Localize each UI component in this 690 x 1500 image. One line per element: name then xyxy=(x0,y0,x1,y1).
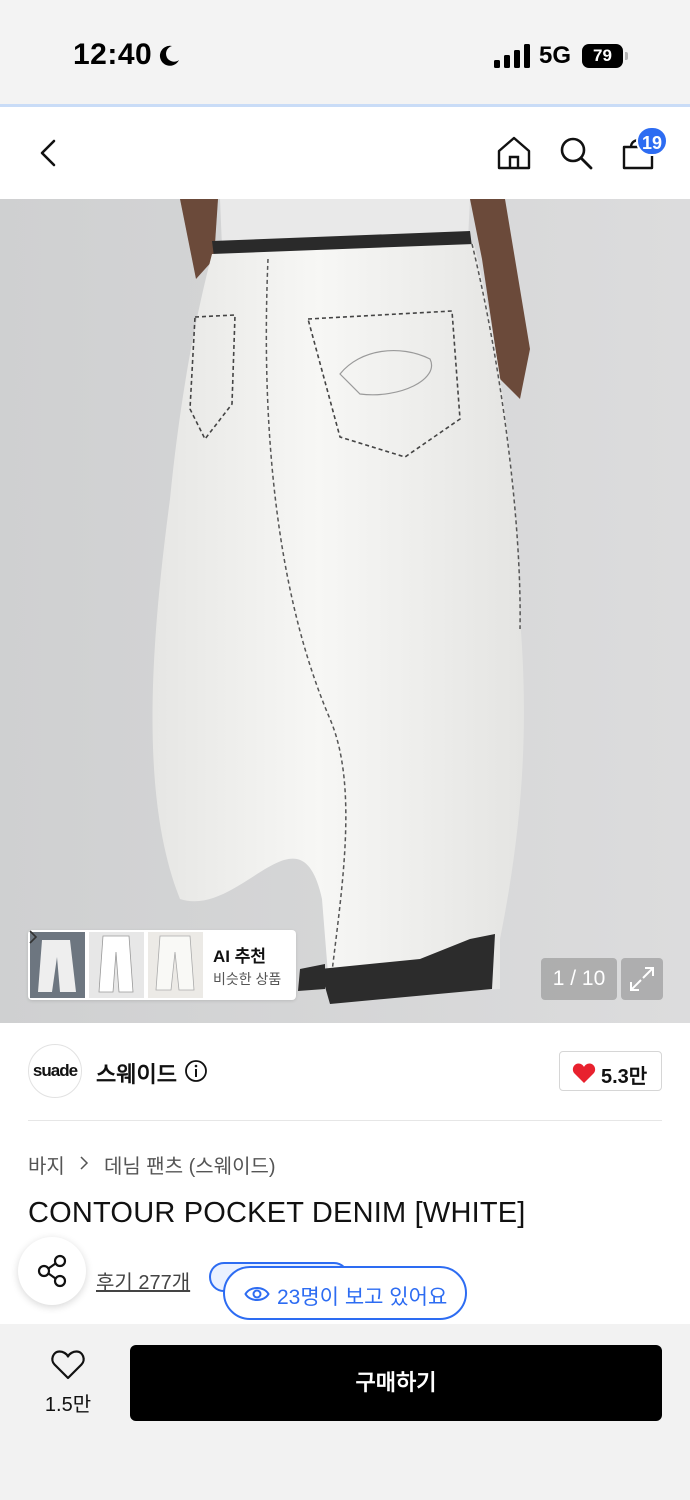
share-icon xyxy=(37,1254,67,1288)
status-bar: 12:40 5G 79 xyxy=(0,0,690,106)
app-header xyxy=(0,107,690,199)
battery-icon: 79 xyxy=(582,44,628,68)
expand-image-button[interactable] xyxy=(621,958,663,1000)
image-page-counter: 1 / 10 xyxy=(541,958,617,1000)
breadcrumb: 바지 데님 팬츠 (스웨이드) xyxy=(28,1150,276,1179)
search-icon[interactable] xyxy=(556,133,596,173)
expand-icon xyxy=(630,967,654,991)
ai-recommendation-title: AI 추천 xyxy=(213,947,267,966)
section-divider xyxy=(28,1120,662,1121)
review-link[interactable]: 후기 277개 xyxy=(96,1266,190,1295)
chevron-right-icon xyxy=(80,1156,89,1170)
network-type: 5G xyxy=(539,42,572,69)
share-button[interactable] xyxy=(18,1237,86,1305)
breadcrumb-category[interactable]: 바지 xyxy=(28,1150,65,1179)
back-icon[interactable] xyxy=(28,133,68,173)
battery-level: 79 xyxy=(582,44,623,68)
status-time: 12:40 xyxy=(73,38,153,71)
ai-recommendation-subtitle: 비슷한 상품 xyxy=(213,971,282,987)
product-title: CONTOUR POCKET DENIM [WHITE] xyxy=(28,1197,526,1229)
brand-like-button[interactable]: 5.3만 xyxy=(559,1051,662,1091)
live-viewers-pill: 23명이 보고 있어요 xyxy=(223,1266,467,1320)
product-image-gallery[interactable]: AI 추천 비슷한 상품 1 / 10 xyxy=(0,199,690,1023)
recommendation-thumbnail[interactable] xyxy=(89,932,144,998)
wishlist-count: 1.5만 xyxy=(44,1394,92,1416)
home-icon[interactable] xyxy=(494,133,534,173)
chevron-right-icon xyxy=(29,930,38,944)
info-icon[interactable] xyxy=(184,1059,208,1083)
recommendation-thumbnail[interactable] xyxy=(30,932,85,998)
ai-recommendation-card[interactable]: AI 추천 비슷한 상품 xyxy=(28,930,296,1000)
buy-button[interactable]: 구매하기 xyxy=(130,1345,662,1421)
cart-count-badge: 19 xyxy=(636,126,668,156)
cellular-signal-icon xyxy=(494,44,530,68)
brand-logo[interactable]: suade xyxy=(28,1044,82,1098)
heart-outline-icon[interactable] xyxy=(50,1349,86,1381)
product-photo xyxy=(0,199,690,1023)
brand-like-count: 5.3만 xyxy=(601,1066,648,1088)
recommendation-thumbnail[interactable] xyxy=(148,932,203,998)
eye-icon xyxy=(244,1287,270,1301)
moon-icon xyxy=(159,45,179,66)
brand-name[interactable]: 스웨이드 xyxy=(96,1057,177,1089)
breadcrumb-subcategory[interactable]: 데님 팬츠 (스웨이드) xyxy=(104,1150,276,1179)
live-viewers-text: 23명이 보고 있어요 xyxy=(277,1286,448,1309)
heart-filled-icon xyxy=(572,1063,596,1083)
